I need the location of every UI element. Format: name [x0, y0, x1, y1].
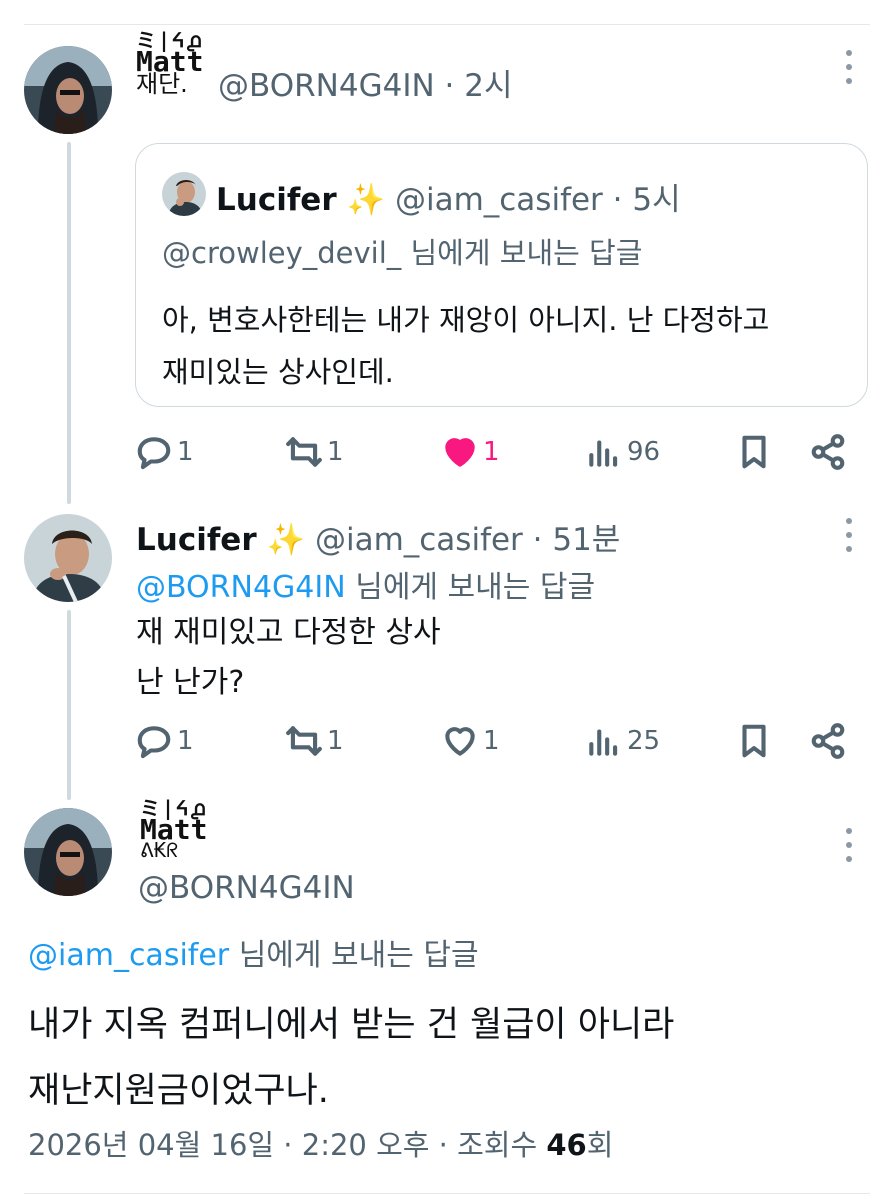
tweet-text-line: 재 재미있고 다정한 상사 — [136, 615, 441, 650]
tweet-time[interactable]: 2시 — [464, 68, 512, 104]
retweet-count: 1 — [327, 726, 344, 756]
reply-to-handle[interactable]: @iam_casifer — [28, 938, 229, 973]
tweet-header: Lucifer ✨ @iam_casifer · 51분 — [136, 514, 620, 559]
quoted-handle: @iam_casifer — [394, 182, 603, 218]
avatar[interactable] — [24, 808, 112, 896]
tweet-timestamp: 2026년 04월 16일 · 2:20 오후 · 조회수 46회 — [28, 1122, 613, 1164]
reply-icon — [137, 726, 171, 759]
thread-connector — [67, 142, 71, 504]
sparkles-emoji: ✨ — [266, 522, 306, 558]
separator-dot: · — [444, 68, 465, 104]
tweet-actions: 1 1 1 96 — [135, 432, 855, 472]
share-icon — [811, 434, 845, 470]
display-name[interactable]: Lucifer — [136, 522, 257, 558]
top-divider — [24, 24, 870, 25]
heart-icon — [445, 727, 475, 756]
more-options-icon[interactable] — [844, 518, 854, 552]
retweet-count: 1 — [327, 437, 344, 467]
like-button[interactable]: 1 — [441, 722, 500, 760]
share-button[interactable] — [809, 433, 847, 471]
display-name-logo[interactable]: ミ|ᔦ൧ Matt ᕕ₭ᖇ — [140, 798, 207, 860]
like-count: 1 — [483, 437, 500, 467]
reply-button[interactable]: 1 — [135, 722, 194, 760]
like-count: 1 — [483, 726, 500, 756]
sparkles-emoji: ✨ — [346, 182, 386, 218]
heart-filled-icon — [445, 438, 475, 467]
user-handle[interactable]: @iam_casifer — [315, 522, 523, 558]
quoted-avatar — [162, 172, 206, 216]
reply-button[interactable]: 1 — [135, 433, 194, 471]
quoted-tweet[interactable]: Lucifer ✨ @iam_casifer · 5시 @crowley_dev… — [135, 143, 868, 407]
quoted-header: Lucifer ✨ @iam_casifer · 5시 — [216, 174, 681, 219]
view-count: 25 — [627, 726, 661, 756]
views-icon — [589, 729, 618, 756]
thread-connector — [67, 610, 71, 800]
more-options-icon[interactable] — [844, 828, 854, 862]
tweet-text-line: 재난지원금이었구나. — [28, 1071, 329, 1111]
separator-dot: · — [602, 182, 633, 218]
bookmark-icon — [742, 435, 766, 469]
view-count: 46 — [546, 1128, 587, 1162]
share-icon — [811, 723, 845, 759]
bookmark-button[interactable] — [735, 722, 773, 760]
avatar[interactable] — [24, 514, 112, 602]
quoted-time: 5시 — [632, 182, 681, 218]
quoted-text-line: 아, 변호사한테는 내가 재앙이 아니지. 난 다정하고 — [162, 303, 770, 337]
quoted-text: 아, 변호사한테는 내가 재앙이 아니지. 난 다정하고 재미있는 상사인데. — [162, 294, 769, 398]
quoted-reply-context: @crowley_devil_ 님에게 보내는 답글 — [162, 230, 642, 272]
reply-suffix: 님에게 보내는 답글 — [238, 938, 479, 973]
bottom-divider — [24, 1193, 870, 1194]
retweet-icon — [286, 437, 322, 467]
view-suffix: 회 — [586, 1128, 614, 1162]
reply-context: @BORN4G4IN 님에게 보내는 답글 — [136, 562, 595, 606]
separator-dot: · — [522, 522, 553, 558]
views-icon — [589, 440, 618, 467]
reply-to-handle: @crowley_devil_ — [162, 236, 402, 270]
reply-context: @iam_casifer 님에게 보내는 답글 — [28, 930, 479, 974]
tweet-text-line: 난 난가? — [136, 665, 245, 700]
user-handle[interactable]: @BORN4G4IN — [218, 68, 435, 104]
views-button[interactable]: 25 — [585, 722, 660, 760]
display-name-logo[interactable]: ミ|ᔦ൧ Matt 재단. — [136, 30, 203, 96]
retweet-button[interactable]: 1 — [285, 722, 344, 760]
tweet-actions: 1 1 1 25 — [135, 721, 855, 761]
tweet-meta: @BORN4G4IN · 2시 — [218, 60, 512, 105]
bookmark-button[interactable] — [735, 433, 773, 471]
more-options-icon[interactable] — [844, 50, 854, 84]
tweet-text-line: 내가 지옥 컴퍼니에서 받는 건 월급이 아니라 — [28, 1005, 675, 1045]
share-button[interactable] — [809, 722, 847, 760]
retweet-button[interactable]: 1 — [285, 433, 344, 471]
quoted-text-line: 재미있는 상사인데. — [162, 355, 394, 389]
reply-suffix: 님에게 보내는 답글 — [355, 570, 596, 605]
avatar[interactable] — [24, 46, 112, 134]
user-handle[interactable]: @BORN4G4IN — [138, 870, 355, 906]
retweet-icon — [286, 726, 322, 756]
reply-to-handle[interactable]: @BORN4G4IN — [136, 570, 346, 605]
reply-icon — [137, 437, 171, 470]
tweet-text: 내가 지옥 컴퍼니에서 받는 건 월급이 아니라 재난지원금이었구나. — [28, 992, 674, 1124]
view-count: 96 — [627, 437, 661, 467]
quoted-display-name: Lucifer — [216, 182, 337, 218]
views-button[interactable]: 96 — [585, 433, 660, 471]
reply-count: 1 — [177, 726, 194, 756]
reply-suffix: 님에게 보내는 답글 — [410, 236, 643, 270]
tweet-text: 재 재미있고 다정한 상사 난 난가? — [136, 608, 441, 708]
timestamp-text[interactable]: 2026년 04월 16일 · 2:20 오후 · 조회수 — [28, 1128, 546, 1162]
reply-count: 1 — [177, 437, 194, 467]
bookmark-icon — [742, 724, 766, 758]
tweet-time[interactable]: 51분 — [552, 522, 620, 558]
like-button[interactable]: 1 — [441, 433, 500, 471]
